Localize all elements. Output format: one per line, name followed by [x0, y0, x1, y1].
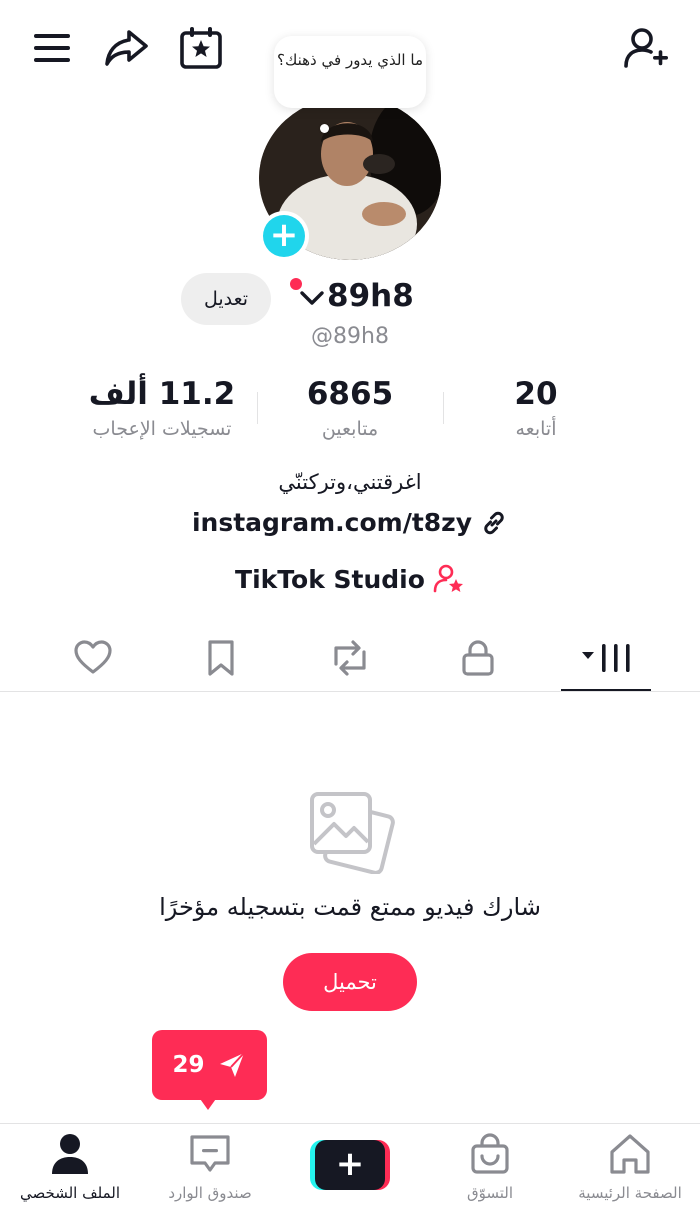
user-handle: @89h8	[311, 324, 389, 349]
tab-favorites[interactable]	[189, 632, 253, 684]
nav-profile[interactable]: الملف الشخصي	[0, 1124, 140, 1214]
heart-icon	[74, 640, 112, 674]
nav-inbox-label: صندوق الوارد	[168, 1184, 252, 1202]
bottom-nav: الصفحة الرئيسية التسوّق + صندوق الوارد ا…	[0, 1123, 700, 1214]
nav-home[interactable]: الصفحة الرئيسية	[560, 1124, 700, 1214]
plus-icon: +	[315, 1140, 385, 1190]
username[interactable]: 89h8	[327, 278, 414, 314]
bookmark-icon	[208, 640, 234, 676]
note-bubble[interactable]: ما الذي يدور في ذهنك؟	[274, 36, 426, 108]
upload-button[interactable]: تحميل	[283, 953, 417, 1011]
inbox-messages-badge[interactable]: 29	[152, 1030, 267, 1100]
tab-reposts[interactable]	[318, 632, 382, 684]
account-switch-button[interactable]	[299, 288, 325, 308]
send-arrow-icon	[219, 1052, 245, 1077]
video-grid-icon	[582, 644, 630, 672]
badge-tail	[198, 1096, 218, 1110]
nav-home-label: الصفحة الرئيسية	[578, 1184, 682, 1202]
create-button[interactable]: +	[310, 1140, 390, 1190]
followers-count[interactable]: 6865	[270, 376, 430, 412]
creator-star-icon	[433, 564, 463, 593]
add-friend-button[interactable]	[622, 24, 670, 72]
hamburger-icon	[34, 34, 70, 62]
profile-icon	[52, 1134, 88, 1174]
photo-stack-icon	[310, 792, 395, 875]
stat-divider	[443, 392, 444, 424]
add-user-icon	[624, 28, 668, 68]
calendar-button[interactable]	[177, 24, 225, 72]
note-bubble-dot	[320, 124, 329, 133]
following-count[interactable]: 20	[476, 376, 596, 412]
nav-inbox[interactable]: صندوق الوارد	[140, 1124, 280, 1214]
menu-button[interactable]	[28, 24, 76, 72]
inbox-icon	[190, 1135, 230, 1172]
share-button[interactable]	[102, 24, 150, 72]
share-arrow-icon	[105, 30, 148, 66]
nav-shop[interactable]: التسوّق	[420, 1124, 560, 1214]
tiktok-studio-link[interactable]: TikTok Studio	[0, 563, 700, 595]
bio-link[interactable]: instagram.com/t8zy	[0, 508, 700, 537]
tab-liked[interactable]	[61, 632, 125, 684]
lock-icon	[462, 640, 494, 676]
tabs-divider	[0, 691, 700, 692]
nav-profile-label: الملف الشخصي	[20, 1184, 120, 1202]
empty-state-illustration	[306, 788, 396, 875]
shopping-bag-icon	[471, 1133, 509, 1174]
bio-link-text[interactable]: instagram.com/t8zy	[192, 508, 472, 537]
following-label[interactable]: أتابعه	[476, 418, 596, 440]
likes-label[interactable]: تسجيلات الإعجاب	[72, 418, 252, 440]
tiktok-studio-text[interactable]: TikTok Studio	[235, 565, 425, 594]
message-count: 29	[172, 1052, 205, 1078]
calendar-star-icon	[180, 27, 222, 69]
note-bubble-text: ما الذي يدور في ذهنك؟	[277, 51, 423, 69]
home-icon	[610, 1134, 650, 1174]
nav-shop-label: التسوّق	[466, 1184, 514, 1202]
empty-state-title: شارك فيديو ممتع قمت بتسجيله مؤخرًا	[159, 893, 541, 921]
repost-icon	[334, 640, 366, 676]
followers-label[interactable]: متابعين	[270, 418, 430, 440]
link-icon	[484, 511, 504, 534]
stat-divider	[257, 392, 258, 424]
tab-videos-grid[interactable]	[566, 632, 646, 684]
tab-private[interactable]	[446, 632, 510, 684]
bio-text: اغرقتني،وتركتنّي	[278, 470, 422, 494]
chevron-down-icon	[300, 291, 324, 305]
likes-count[interactable]: 11.2 ألف	[72, 376, 252, 412]
plus-icon: +	[263, 215, 305, 257]
add-avatar-button[interactable]: +	[259, 211, 309, 261]
edit-profile-button[interactable]: تعديل	[181, 273, 271, 325]
